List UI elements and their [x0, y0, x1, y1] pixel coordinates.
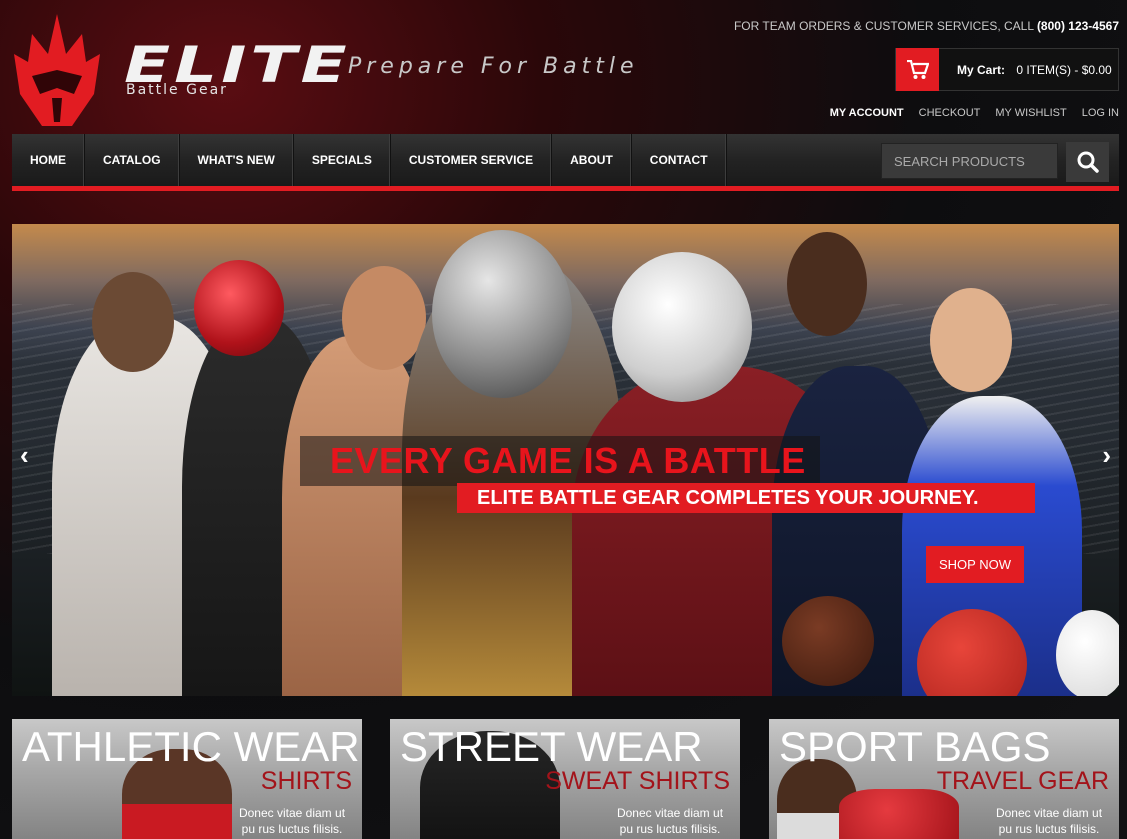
slider-next-icon[interactable]: ›	[1102, 440, 1111, 471]
nav-whats-new[interactable]: WHAT'S NEW	[180, 134, 294, 186]
nav-contact[interactable]: CONTACT	[632, 134, 727, 186]
category-desc: Donec vitae diam ut pu rus luctus filisi…	[238, 806, 346, 836]
football-ball	[782, 596, 874, 686]
athlete-football-helmet	[612, 252, 752, 402]
athlete-baseball-helmet	[194, 260, 284, 356]
helmet-logo-icon[interactable]	[12, 14, 102, 126]
athlete-rugby-head	[92, 272, 174, 372]
nav-home[interactable]: HOME	[12, 134, 85, 186]
main-nav: HOME CATALOG WHAT'S NEW SPECIALS CUSTOME…	[12, 134, 1119, 191]
brand-logo[interactable]: ELITE Battle Gear	[124, 40, 347, 98]
hero-subline: ELITE BATTLE GEAR COMPLETES YOUR JOURNEY…	[457, 483, 1035, 513]
category-athletic-wear[interactable]: ATHLETIC WEAR SHIRTS Donec vitae diam ut…	[12, 719, 362, 839]
search-input[interactable]	[881, 143, 1058, 179]
category-sub: SHIRTS	[260, 767, 352, 795]
cart-widget[interactable]: My Cart: 0 ITEM(S) - $0.00	[895, 48, 1119, 91]
category-title: SPORT BAGS	[779, 723, 1051, 770]
slider-prev-icon[interactable]: ‹	[20, 440, 29, 471]
phone-prefix: FOR TEAM ORDERS & CUSTOMER SERVICES, CAL…	[733, 19, 1034, 33]
athlete-basketball-woman-head	[930, 288, 1012, 392]
hero-headline: EVERY GAME IS A BATTLE	[300, 436, 820, 486]
link-checkout[interactable]: CHECKOUT	[919, 107, 981, 119]
athlete-gladiator-helmet	[432, 230, 572, 398]
nav-catalog[interactable]: CATALOG	[85, 134, 180, 186]
search-icon	[1077, 151, 1099, 173]
brand-tagline: Prepare For Battle	[348, 54, 639, 79]
volleyball	[1056, 610, 1119, 696]
brand-sub: Battle Gear	[126, 82, 228, 98]
phone-banner: FOR TEAM ORDERS & CUSTOMER SERVICES, CAL…	[734, 19, 1119, 33]
nav-about[interactable]: ABOUT	[552, 134, 632, 186]
athlete-basketball-man-head	[787, 232, 867, 336]
category-title: ATHLETIC WEAR	[22, 723, 360, 770]
category-title: STREET WEAR	[400, 723, 703, 770]
athlete-boxer-head	[342, 266, 426, 370]
link-log-in[interactable]: LOG IN	[1082, 107, 1119, 119]
category-street-wear[interactable]: STREET WEAR SWEAT SHIRTS Donec vitae dia…	[390, 719, 740, 839]
cart-summary[interactable]: My Cart: 0 ITEM(S) - $0.00	[939, 63, 1112, 77]
cart-icon[interactable]	[896, 48, 939, 91]
nav-customer-service[interactable]: CUSTOMER SERVICE	[391, 134, 553, 186]
nav-specials[interactable]: SPECIALS	[294, 134, 391, 186]
cart-label: My Cart:	[957, 62, 1006, 77]
category-desc: Donec vitae diam ut pu rus luctus filisi…	[616, 806, 724, 836]
search-button[interactable]	[1066, 142, 1109, 182]
category-sub: SWEAT SHIRTS	[545, 767, 730, 795]
category-sub: TRAVEL GEAR	[936, 767, 1109, 795]
category-sport-bags[interactable]: SPORT BAGS TRAVEL GEAR Donec vitae diam …	[769, 719, 1119, 839]
phone-number[interactable]: (800) 123-4567	[1037, 19, 1119, 33]
cart-count: 0 ITEM(S) - $0.00	[1016, 62, 1112, 77]
hero-slider[interactable]: EVERY GAME IS A BATTLE ELITE BATTLE GEAR…	[12, 224, 1119, 696]
account-links: MY ACCOUNT CHECKOUT MY WISHLIST LOG IN	[830, 107, 1119, 119]
sport-bag	[839, 789, 959, 839]
shop-now-button[interactable]: SHOP NOW	[926, 546, 1024, 583]
link-my-account[interactable]: MY ACCOUNT	[830, 107, 904, 119]
category-desc: Donec vitae diam ut pu rus luctus filisi…	[995, 806, 1103, 836]
link-my-wishlist[interactable]: MY WISHLIST	[995, 107, 1066, 119]
